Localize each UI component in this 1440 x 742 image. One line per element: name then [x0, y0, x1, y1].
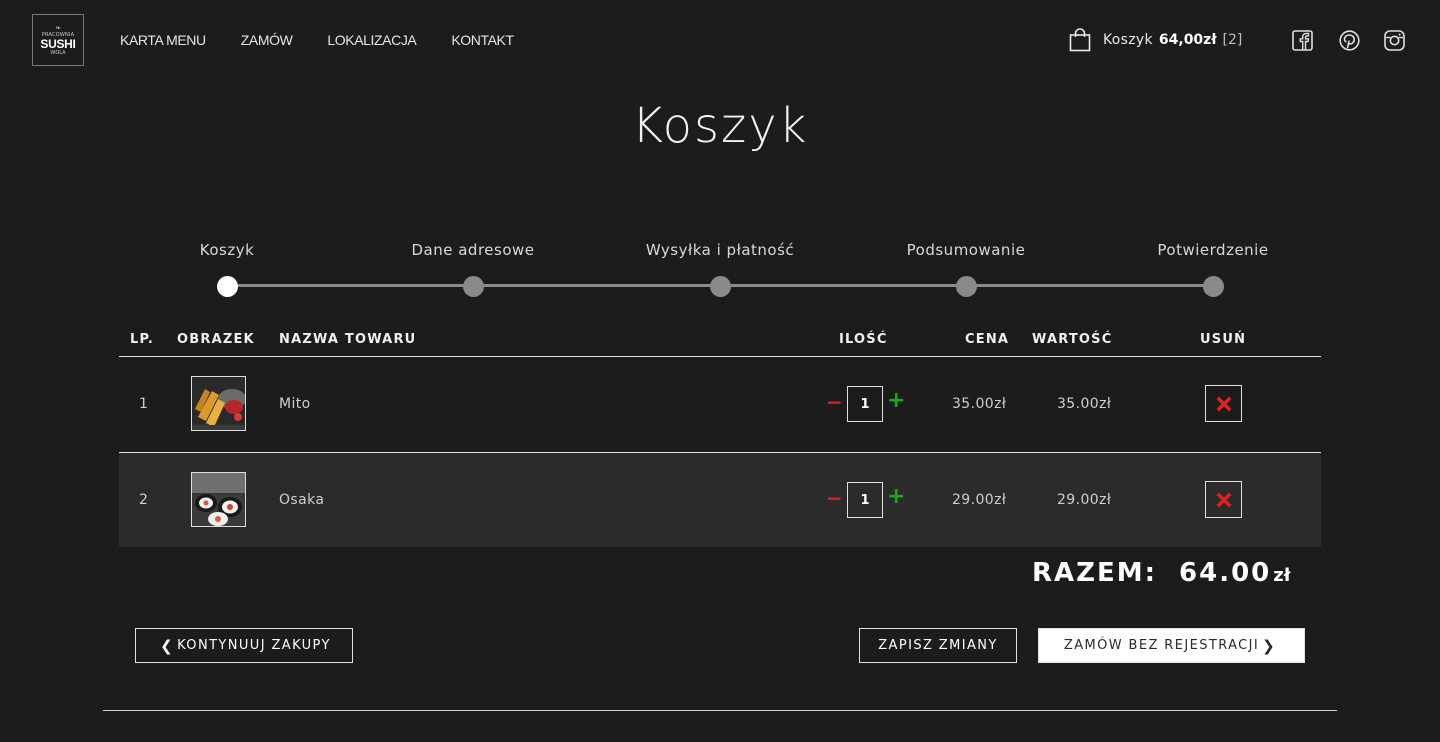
table-header: LP. OBRAZEK NAZWA TOWARU ILOŚĆ CENA WART…	[119, 324, 1321, 357]
row-price: 35.00zł	[952, 396, 1007, 412]
chevron-right-icon: ❯	[1262, 636, 1277, 655]
fish-icon: ❧	[55, 23, 61, 32]
order-label: ZAMÓW BEZ REJESTRACJI	[1063, 638, 1260, 653]
checkout-steps: Koszyk Dane adresowe Wysyłka i płatność …	[0, 240, 1440, 310]
summary-label: RAZEM:	[1032, 558, 1158, 588]
shopping-bag-icon	[1069, 28, 1091, 52]
logo-line-3: WOLA	[50, 49, 66, 56]
product-name[interactable]: Osaka	[279, 492, 324, 508]
summary-value: 64.00	[1179, 558, 1272, 588]
nav-item-kontakt[interactable]: KONTAKT	[451, 31, 514, 49]
continue-shopping-label: KONTYNUUJ ZAKUPY	[177, 638, 331, 653]
page-title: Koszyk	[631, 98, 809, 154]
nav-item-karta-menu[interactable]: KARTA MENU	[120, 31, 206, 49]
cart-label: Koszyk	[1103, 32, 1153, 48]
step-dot	[1202, 276, 1224, 297]
product-image-mito[interactable]	[191, 376, 246, 431]
step-koszyk: Koszyk	[127, 240, 327, 297]
cart-count: [2]	[1222, 32, 1243, 48]
logo-line-2: SUSHI	[40, 36, 76, 51]
quantity-input[interactable]	[847, 482, 883, 518]
product-name[interactable]: Mito	[279, 396, 311, 412]
site-logo[interactable]: ❧ PRACOWNIA SUSHI WOLA	[32, 14, 84, 66]
table-row: 2 Osaka − + 29.00zł 29.00zł	[119, 452, 1321, 547]
header-cart[interactable]: Koszyk 64,00zł [2]	[1069, 28, 1242, 52]
quantity-input[interactable]	[847, 386, 883, 422]
step-label: Wysyłka i płatność	[645, 241, 795, 259]
step-dot	[709, 276, 731, 297]
site-header: ❧ PRACOWNIA SUSHI WOLA KARTA MENU ZAMÓW …	[0, 0, 1440, 82]
table-row: 1 Mito − + 35.00zł 35.00zł	[119, 357, 1321, 452]
step-dot	[216, 276, 238, 297]
step-dot	[955, 276, 977, 297]
step-label: Dane adresowe	[411, 241, 535, 259]
step-dot	[462, 276, 484, 297]
step-dane-adresowe: Dane adresowe	[373, 240, 573, 297]
save-changes-label: ZAPISZ ZMIANY	[878, 638, 998, 653]
increase-qty-button[interactable]: +	[887, 390, 905, 413]
column-header-remove: USUŃ	[1200, 332, 1247, 347]
row-price: 29.00zł	[952, 492, 1007, 508]
main-nav: KARTA MENU ZAMÓW LOKALIZACJA KONTAKT	[120, 31, 549, 49]
row-value: 29.00zł	[1057, 492, 1112, 508]
nav-item-zamow[interactable]: ZAMÓW	[241, 31, 293, 49]
decrease-qty-button[interactable]: −	[826, 488, 843, 510]
cart-total: 64,00zł	[1158, 32, 1217, 48]
column-header-image: OBRAZEK	[177, 332, 255, 347]
close-icon	[1215, 491, 1232, 508]
product-image-osaka[interactable]	[191, 472, 246, 527]
remove-item-button[interactable]	[1205, 385, 1242, 422]
column-header-name: NAZWA TOWARU	[279, 332, 417, 347]
pinterest-icon[interactable]	[1339, 30, 1360, 51]
column-header-price: CENA	[965, 332, 1010, 347]
step-podsumowanie: Podsumowanie	[866, 240, 1066, 297]
column-header-lp: LP.	[130, 332, 154, 347]
close-icon	[1215, 395, 1232, 412]
facebook-icon[interactable]	[1292, 30, 1313, 51]
order-without-registration-button[interactable]: ZAMÓW BEZ REJESTRACJI ❯	[1038, 628, 1305, 663]
increase-qty-button[interactable]: +	[887, 486, 905, 509]
remove-item-button[interactable]	[1205, 481, 1242, 518]
column-header-qty: ILOŚĆ	[839, 332, 888, 347]
step-label: Potwierdzenie	[1157, 241, 1269, 259]
cart-table: LP. OBRAZEK NAZWA TOWARU ILOŚĆ CENA WART…	[119, 324, 1321, 547]
chevron-left-icon: ❮	[160, 636, 175, 655]
save-changes-button[interactable]: ZAPISZ ZMIANY	[859, 628, 1017, 663]
step-potwierdzenie: Potwierdzenie	[1113, 240, 1313, 297]
step-label: Podsumowanie	[906, 241, 1026, 259]
step-wysylka-platnosc: Wysyłka i płatność	[620, 240, 820, 297]
step-label: Koszyk	[199, 241, 255, 259]
instagram-icon[interactable]	[1384, 30, 1405, 51]
column-header-value: WARTOŚĆ	[1032, 332, 1113, 347]
row-value: 35.00zł	[1057, 396, 1112, 412]
cart-summary: RAZEM: 64.00 zł	[1032, 558, 1290, 588]
nav-item-lokalizacja[interactable]: LOKALIZACJA	[327, 31, 416, 49]
row-lp: 1	[139, 396, 149, 412]
row-lp: 2	[139, 492, 149, 508]
summary-currency: zł	[1273, 565, 1291, 586]
footer-divider	[103, 710, 1337, 711]
continue-shopping-button[interactable]: ❮ KONTYNUUJ ZAKUPY	[135, 628, 353, 663]
decrease-qty-button[interactable]: −	[826, 392, 843, 414]
